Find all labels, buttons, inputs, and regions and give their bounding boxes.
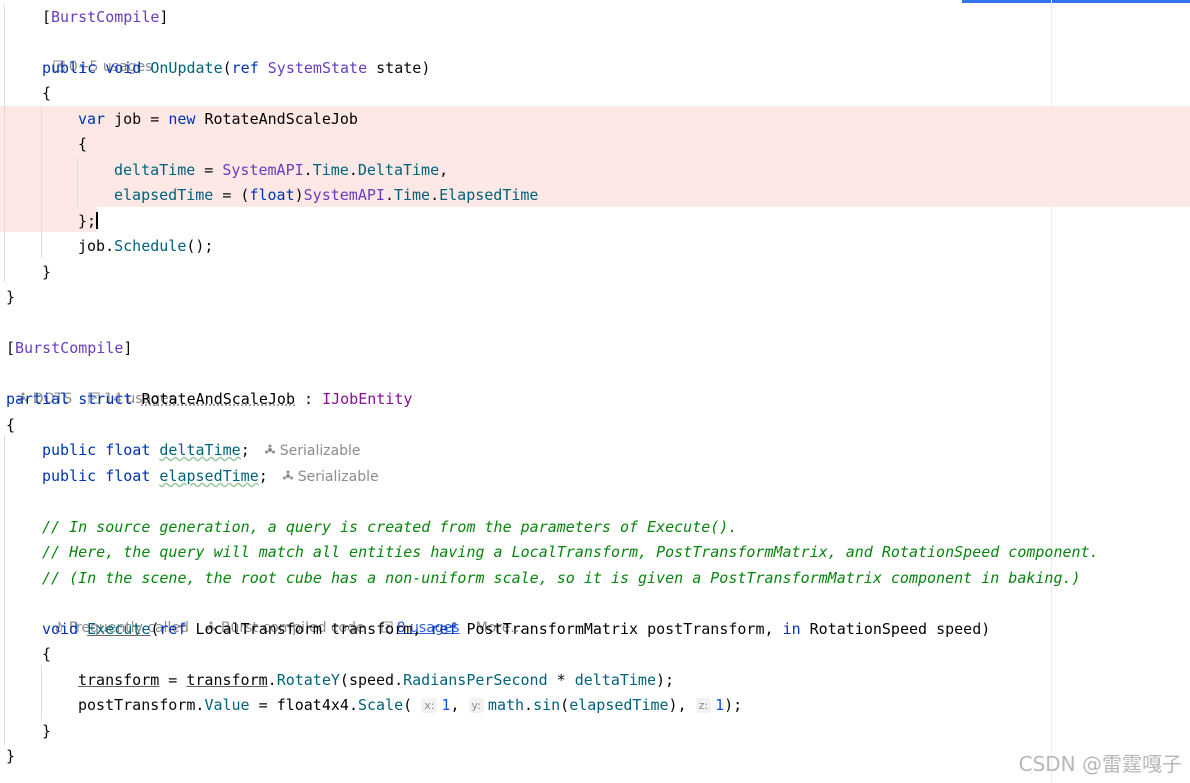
code-line-struct-close[interactable]: } [6,744,15,769]
code-line-brace-open[interactable]: { [42,81,51,106]
code-line-execute-close[interactable]: } [42,719,51,744]
code-line-rotate[interactable]: transform = transform.RotateY(speed.Radi… [78,668,674,693]
code-line-onupdate-signature[interactable]: public void OnUpdate(ref SystemState sta… [42,56,430,81]
code-line-struct-open[interactable]: { [6,413,15,438]
usages-hint[interactable]: 0+5 usages [44,30,152,75]
dots-icon [282,466,294,480]
param-hint-x: x: [421,698,438,713]
execute-hints[interactable]: Frequently called Burst compiled code 8 us… [44,591,524,636]
serializable-hint: Serializable [264,443,361,459]
code-line-execute-open[interactable]: { [42,642,51,667]
text-caret [96,212,99,229]
code-line-delta-time-assign[interactable]: deltaTime = SystemAPI.Time.DeltaTime, [114,158,448,183]
indent-guide [4,5,5,282]
code-line-var-job[interactable]: var job = new RotateAndScaleJob [78,107,358,132]
dots-icon [264,440,276,454]
param-hint-y: y: [468,698,484,713]
code-line-field-elapsed[interactable]: public float elapsedTime; Serializable [42,464,379,489]
struct-hints[interactable]: DOTS 14 usages [8,362,176,407]
code-line-attribute[interactable]: [BurstCompile] [42,5,168,30]
code-line-elapsed-time-assign[interactable]: elapsedTime = (float)SystemAPI.Time.Elap… [114,183,538,208]
indent-guide [41,665,42,719]
indent-guide [4,435,5,745]
code-line-attribute-2[interactable]: [BurstCompile] [6,336,132,361]
code-line-scale[interactable]: postTransform.Value = float4x4.Scale( x:… [78,693,742,718]
code-comment-2[interactable]: // Here, the query will match all entiti… [42,540,1099,565]
watermark: CSDN @雷霆嘎子 [1018,752,1182,776]
code-line-field-delta[interactable]: public float deltaTime; Serializable [42,438,361,463]
code-line-execute-signature[interactable]: void Execute(ref LocalTransform transfor… [42,617,990,642]
code-comment-1[interactable]: // In source generation, a query is crea… [42,515,737,540]
editor-tab-indicator [962,0,1190,3]
indent-guide [77,157,78,207]
code-line-struct-decl[interactable]: partial struct RotateAndScaleJob : IJobE… [6,387,412,412]
param-hint-z: z: [695,698,712,713]
serializable-hint: Serializable [282,469,379,485]
indent-guide [41,106,42,258]
code-line-schedule[interactable]: job.Schedule(); [78,234,213,259]
code-line-method-close[interactable]: } [42,260,51,285]
code-line-init-brace[interactable]: { [78,132,87,157]
code-comment-3[interactable]: // (In the scene, the root cube has a no… [42,566,1081,591]
code-line-class-close[interactable]: } [6,285,15,310]
code-line-init-close[interactable]: }; [78,209,99,234]
